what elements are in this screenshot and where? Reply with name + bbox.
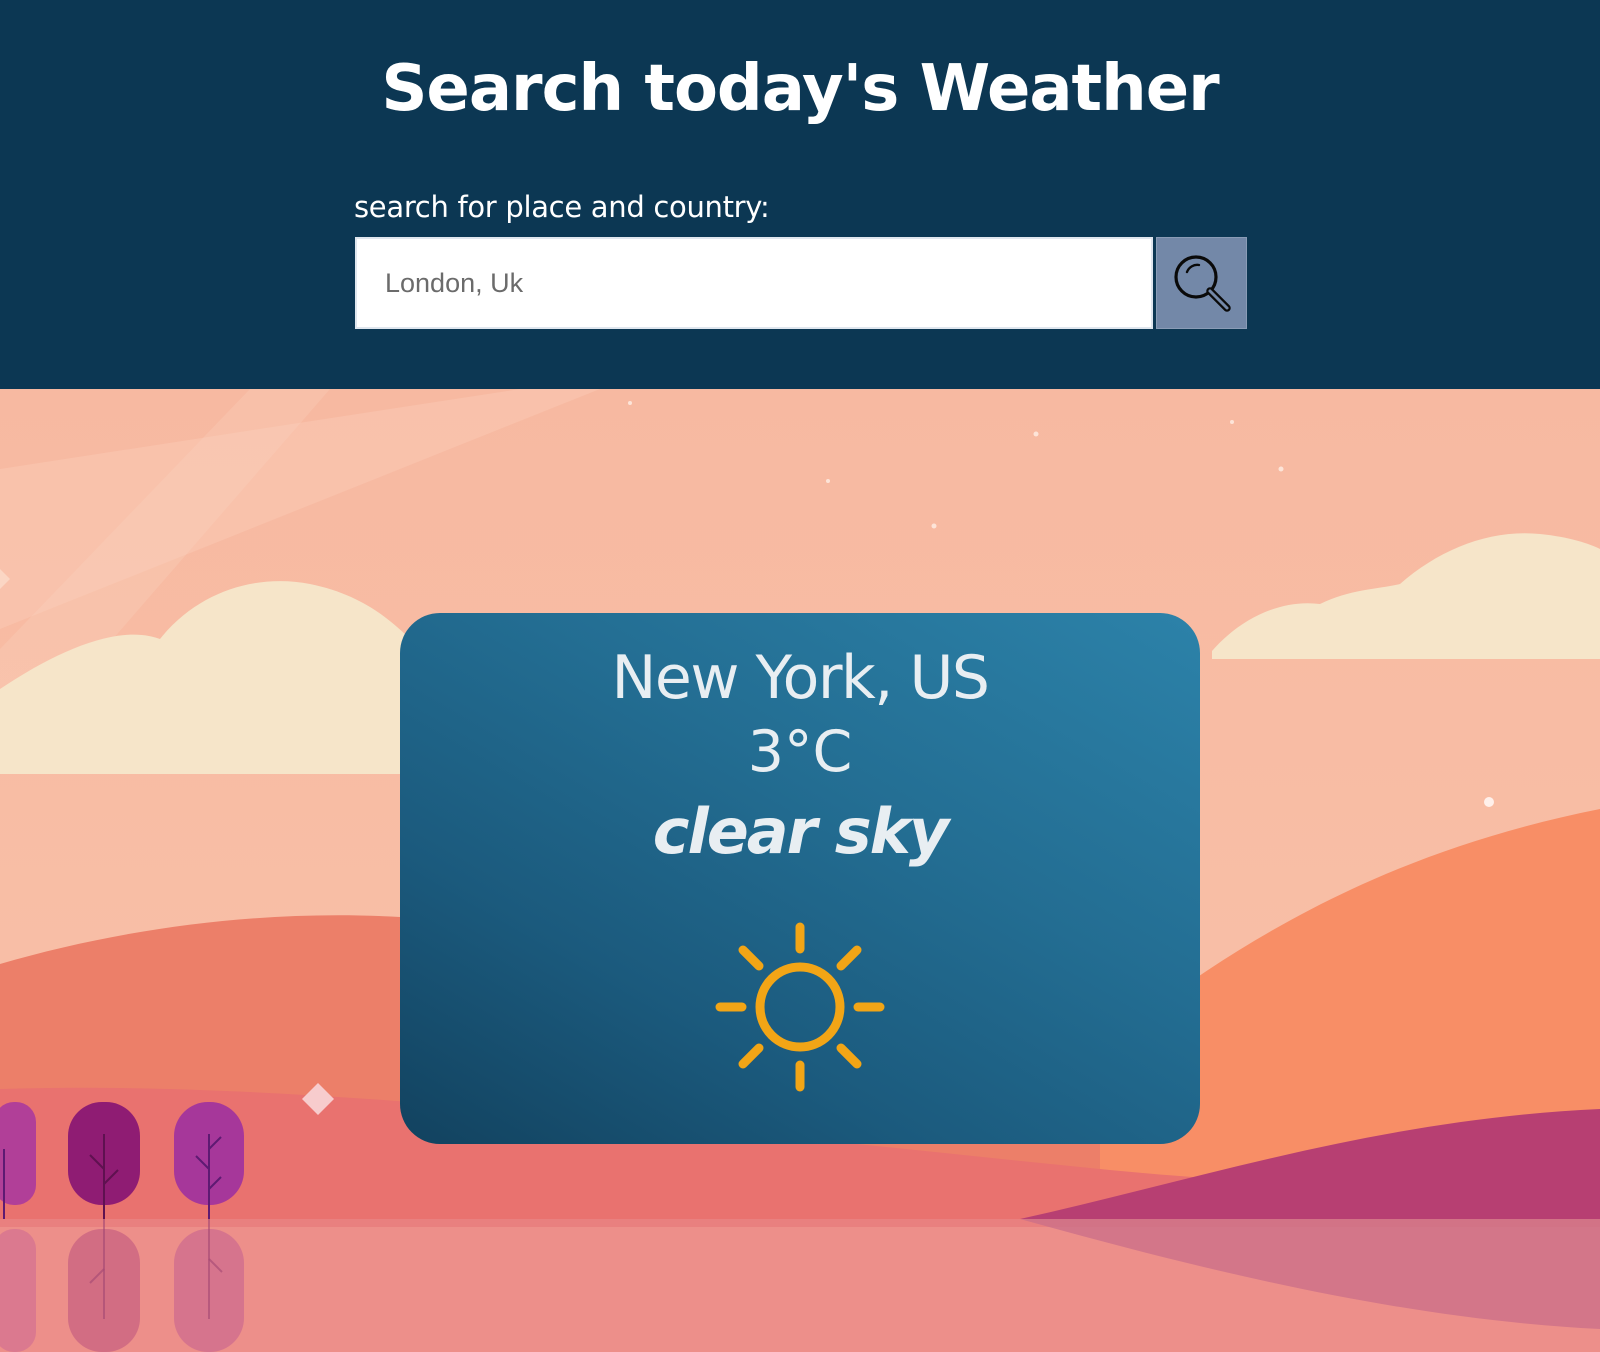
temperature: 3°C	[747, 719, 853, 785]
weather-description: clear sky	[652, 795, 950, 868]
search-button[interactable]	[1156, 237, 1247, 329]
weather-card: New York, US 3°C clear sky	[400, 613, 1200, 1144]
sun-icon	[715, 922, 885, 1092]
header: Search today's Weather search for place …	[0, 0, 1600, 389]
location-name: New York, US	[611, 643, 990, 713]
page-title: Search today's Weather	[381, 52, 1219, 126]
search-label: search for place and country:	[354, 190, 770, 224]
magnifier-icon	[1173, 255, 1231, 312]
search-input[interactable]	[355, 237, 1153, 329]
